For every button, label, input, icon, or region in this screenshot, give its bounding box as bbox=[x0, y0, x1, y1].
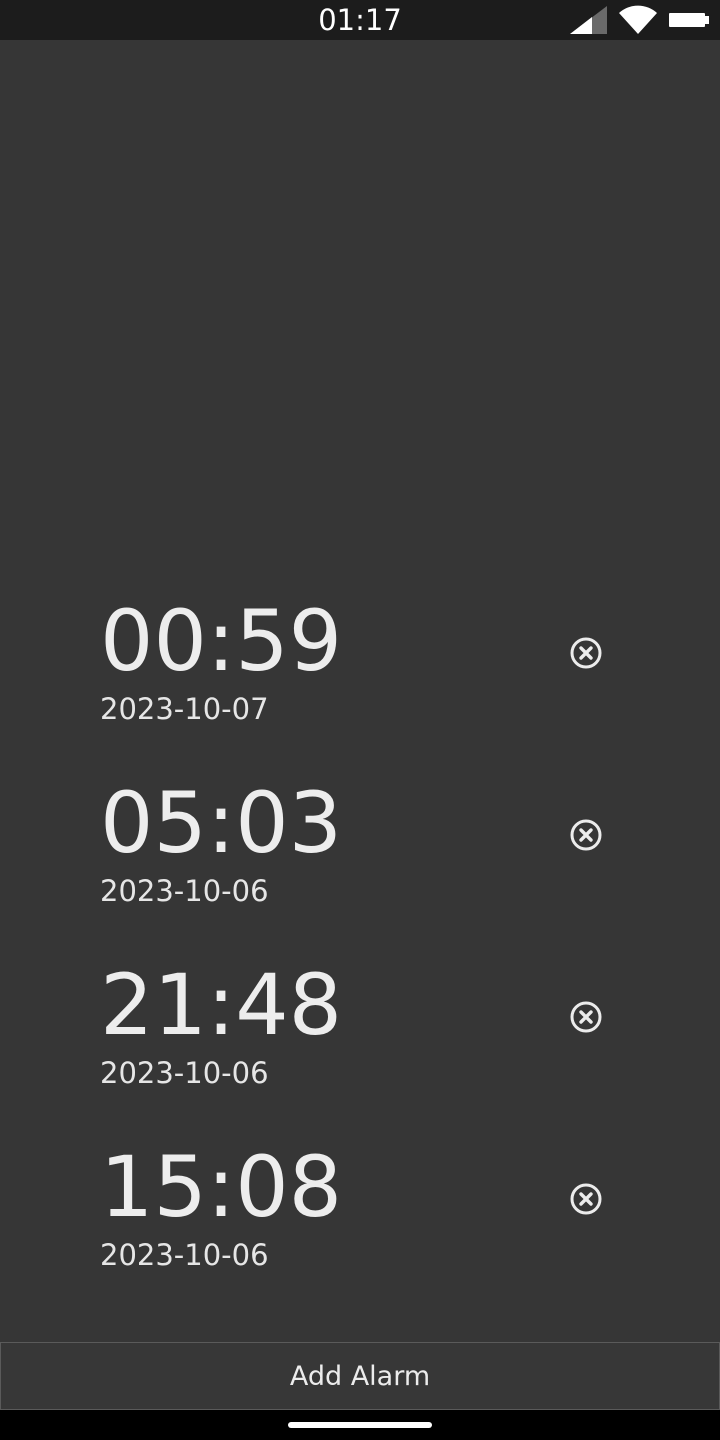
close-circle-icon bbox=[570, 1183, 602, 1215]
alarm-date: 2023-10-07 bbox=[100, 692, 269, 726]
alarm-time: 15:08 bbox=[100, 1138, 343, 1236]
alarm-screen: 00:59 2023-10-07 05:03 2023-10-06 21:48 … bbox=[0, 40, 720, 1342]
alarm-date: 2023-10-06 bbox=[100, 1238, 269, 1272]
alarm-item[interactable]: 21:48 2023-10-06 bbox=[0, 956, 720, 1138]
alarm-item[interactable]: 15:08 2023-10-06 bbox=[0, 1138, 720, 1320]
close-circle-icon bbox=[570, 1001, 602, 1033]
alarm-list: 00:59 2023-10-07 05:03 2023-10-06 21:48 … bbox=[0, 592, 720, 1320]
status-bar: 01:17 bbox=[0, 0, 720, 40]
alarm-time: 00:59 bbox=[100, 592, 343, 690]
close-circle-icon bbox=[570, 819, 602, 851]
navigation-bar bbox=[0, 1410, 720, 1440]
delete-alarm-button[interactable] bbox=[565, 996, 607, 1038]
alarm-time: 05:03 bbox=[100, 774, 343, 872]
add-alarm-button[interactable]: Add Alarm bbox=[0, 1342, 720, 1410]
alarm-item[interactable]: 05:03 2023-10-06 bbox=[0, 774, 720, 956]
alarm-date: 2023-10-06 bbox=[100, 1056, 269, 1090]
alarm-item[interactable]: 00:59 2023-10-07 bbox=[0, 592, 720, 774]
alarm-time: 21:48 bbox=[100, 956, 343, 1054]
delete-alarm-button[interactable] bbox=[565, 814, 607, 856]
battery-icon bbox=[668, 5, 710, 35]
cellular-signal-icon bbox=[568, 5, 608, 35]
delete-alarm-button[interactable] bbox=[565, 632, 607, 674]
delete-alarm-button[interactable] bbox=[565, 1178, 607, 1220]
home-indicator[interactable] bbox=[288, 1422, 432, 1428]
close-circle-icon bbox=[570, 637, 602, 669]
alarm-date: 2023-10-06 bbox=[100, 874, 269, 908]
wifi-icon bbox=[618, 5, 658, 35]
status-icons bbox=[568, 4, 710, 36]
